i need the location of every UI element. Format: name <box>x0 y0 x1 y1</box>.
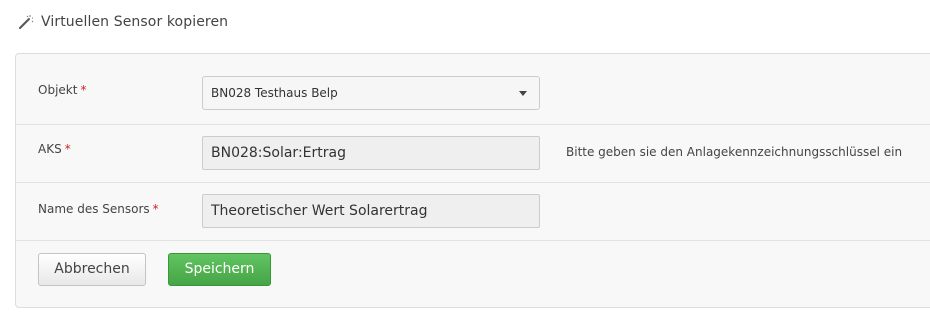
form-row-name: Name des Sensors * <box>16 183 930 241</box>
form-row-objekt: Objekt * BN028 Testhaus Belp <box>16 54 930 125</box>
page-header: Virtuellen Sensor kopieren <box>18 12 228 32</box>
save-button[interactable]: Speichern <box>168 253 271 286</box>
sensor-name-label: Name des Sensors * <box>38 202 159 216</box>
required-mark: * <box>80 83 87 97</box>
chevron-down-icon <box>519 91 527 96</box>
page-title: Virtuellen Sensor kopieren <box>41 14 229 30</box>
objekt-select-value: BN028 Testhaus Belp <box>211 86 338 100</box>
copy-sensor-form: Objekt* BN028 Testhaus Belp AKS* Bitte g… <box>15 53 930 308</box>
magic-wand-icon <box>18 14 34 30</box>
objekt-select[interactable]: BN028 Testhaus Belp <box>202 76 540 110</box>
sensor-name-label-text: Name des Sensors <box>38 202 150 216</box>
aks-input[interactable] <box>202 136 540 170</box>
sensor-name-input[interactable] <box>202 194 540 228</box>
required-mark: * <box>152 202 159 216</box>
objekt-label-text: Objekt <box>38 83 78 97</box>
cancel-button[interactable]: Abbrechen <box>38 253 146 286</box>
required-mark: * <box>64 142 71 156</box>
aks-label: AKS * <box>38 142 71 156</box>
objekt-label: Objekt * <box>38 83 86 97</box>
form-row-aks: AKS* Bitte geben sie den Anlagekennzeich… <box>16 125 930 183</box>
aks-label-text: AKS <box>38 142 62 156</box>
aks-help-text: Bitte geben sie den Anlagekennzeichnungs… <box>566 145 903 159</box>
